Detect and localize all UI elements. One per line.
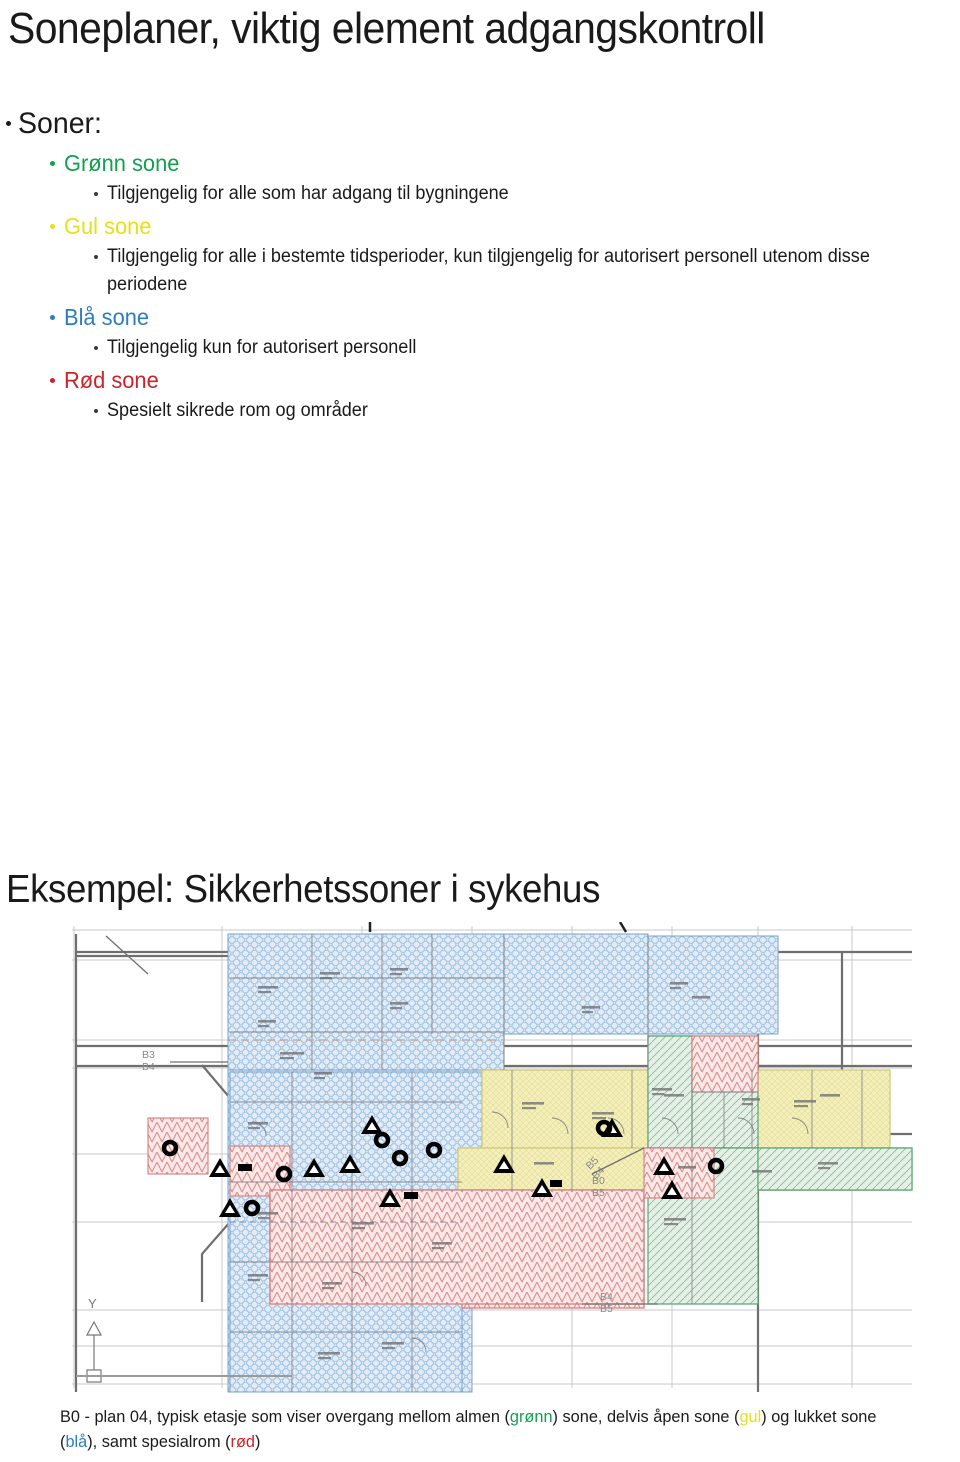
svg-text:B5: B5 bbox=[592, 1187, 605, 1199]
zone-desc-gronn: Tilgjengelig for alle som har adgang til… bbox=[107, 183, 509, 204]
page-title: Soneplaner, viktig element adgangskontro… bbox=[8, 4, 765, 53]
bullet-zone-blaa-desc: Tilgjengelig kun for autorisert personel… bbox=[0, 334, 960, 362]
bullet-zone-gronn-desc: Tilgjengelig for alle som har adgang til… bbox=[0, 180, 960, 208]
caption-part-gul: gul bbox=[739, 1407, 762, 1426]
zone-desc-gul: Tilgjengelig for alle i bestemte tidsper… bbox=[107, 246, 870, 295]
bullet-zone-rod: Rød sone bbox=[0, 363, 960, 397]
floor-plan-drawing: B3 B4 B5 B4 B0 B5 B4 B5 Y bbox=[52, 922, 932, 1394]
bullet-zone-gul-desc: Tilgjengelig for alle i bestemte tidsper… bbox=[0, 243, 960, 299]
bullet-zone-blaa: Blå sone bbox=[0, 300, 960, 334]
bullet-dot-icon bbox=[94, 346, 98, 350]
bullet-dot-icon bbox=[94, 192, 98, 196]
zone-name-gul: Gul sone bbox=[64, 213, 152, 239]
section-heading: Eksempel: Sikkerhetssoner i sykehus bbox=[6, 868, 601, 911]
bullet-dot-icon bbox=[50, 378, 55, 383]
bullet-dot-icon bbox=[50, 315, 55, 320]
bullet-dot-icon bbox=[6, 121, 11, 126]
zone-bullet-list: Soner: Grønn sone Tilgjengelig for alle … bbox=[0, 104, 960, 426]
bullet-dot-icon bbox=[94, 409, 98, 413]
svg-text:B3: B3 bbox=[142, 1049, 155, 1061]
bullet-dot-icon bbox=[94, 255, 98, 259]
svg-text:B4: B4 bbox=[142, 1061, 155, 1073]
zone-desc-rod: Spesielt sikrede rom og områder bbox=[107, 400, 368, 421]
caption-part-rod: rød bbox=[230, 1432, 255, 1451]
caption-part: ), samt spesialrom ( bbox=[87, 1432, 231, 1451]
figure-caption: B0 - plan 04, typisk etasje som viser ov… bbox=[60, 1404, 905, 1454]
caption-part-blaa: blå bbox=[65, 1432, 88, 1451]
bullet-soner: Soner: bbox=[0, 104, 960, 144]
svg-text:B0: B0 bbox=[592, 1175, 605, 1187]
caption-part: ) sone, delvis åpen sone ( bbox=[552, 1407, 740, 1426]
bullet-zone-rod-desc: Spesielt sikrede rom og områder bbox=[0, 397, 960, 425]
svg-text:Y: Y bbox=[88, 1296, 97, 1311]
bullet-dot-icon bbox=[50, 224, 55, 229]
zone-name-rod: Rød sone bbox=[64, 367, 159, 393]
caption-part-gronn: grønn bbox=[509, 1407, 553, 1426]
zone-desc-blaa: Tilgjengelig kun for autorisert personel… bbox=[107, 337, 417, 358]
zone-name-blaa: Blå sone bbox=[64, 304, 150, 330]
zone-name-gronn: Grønn sone bbox=[64, 150, 180, 176]
caption-part: B0 - plan 04, typisk etasje som viser ov… bbox=[60, 1407, 510, 1426]
caption-part: ) bbox=[254, 1432, 261, 1451]
bullet-zone-gul: Gul sone bbox=[0, 209, 960, 243]
bullet-zone-gronn: Grønn sone bbox=[0, 146, 960, 180]
bullet-soner-label: Soner: bbox=[18, 107, 102, 140]
svg-text:B4: B4 bbox=[600, 1291, 613, 1303]
svg-text:B5: B5 bbox=[600, 1303, 613, 1315]
floor-plan-figure: B3 B4 B5 B4 B0 B5 B4 B5 Y bbox=[52, 922, 932, 1394]
bullet-dot-icon bbox=[50, 161, 55, 166]
zone-blue-closed-upper-right bbox=[503, 933, 779, 1035]
